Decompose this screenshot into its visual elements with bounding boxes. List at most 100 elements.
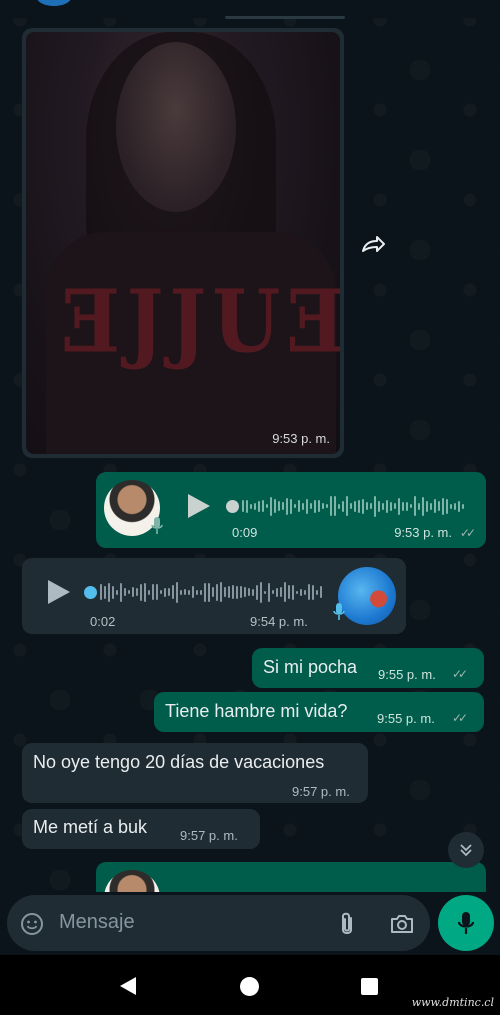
waveform-bar — [252, 588, 254, 596]
waveform-bar — [274, 499, 276, 513]
waveform-bar — [280, 587, 282, 597]
waveform-bar — [394, 503, 396, 509]
camera-icon — [391, 915, 413, 933]
waveform-bar — [108, 582, 110, 602]
play-button[interactable] — [48, 580, 70, 604]
waveform-bar — [406, 501, 408, 511]
read-ticks-icon: ✓✓ — [459, 526, 476, 540]
waveform-bar — [244, 587, 246, 597]
waveform-bar — [246, 499, 248, 513]
voice-note-incoming[interactable]: 0:02 9:54 p. m. — [22, 558, 406, 634]
waveform-bar — [390, 501, 392, 511]
waveform-bar — [254, 502, 256, 510]
waveform-bar — [228, 586, 230, 598]
waveform-bar — [262, 500, 264, 512]
waveform-bar — [334, 496, 336, 516]
waveform-bar — [120, 582, 122, 602]
waveform-bar — [104, 585, 106, 599]
waveform-bar — [258, 500, 260, 512]
waveform-bar — [112, 585, 114, 599]
waveform-bar — [278, 501, 280, 511]
waveform-bar — [338, 503, 340, 509]
message-time: 9:55 p. m. — [378, 667, 436, 682]
photo[interactable]: ƎJJUƎ 9:53 p. m. — [26, 32, 340, 454]
message-bubble-outgoing-partial[interactable] — [96, 862, 486, 892]
message-text: No oye tengo 20 días de vacaciones — [33, 752, 325, 772]
scroll-to-bottom-button[interactable] — [448, 832, 484, 868]
photo-face — [116, 42, 236, 212]
waveform-bar — [290, 498, 292, 514]
paperclip-icon — [342, 912, 352, 934]
waveform[interactable] — [242, 494, 464, 518]
playback-scrubber[interactable] — [226, 500, 239, 513]
message-time: 9:53 p. m. — [394, 525, 452, 540]
read-ticks-icon: ✓✓ — [452, 667, 468, 681]
waveform-bar — [286, 497, 288, 515]
chat-background: ƎJJUƎ 9:53 p. m. 0:09 9:53 p. m. ✓✓ 0:02… — [0, 0, 500, 955]
message-input[interactable]: Mensaje — [59, 911, 135, 934]
waveform-bar — [192, 586, 194, 598]
waveform-bar — [446, 498, 448, 514]
waveform-bar — [240, 586, 242, 598]
waveform-bar — [204, 582, 206, 602]
waveform-bar — [184, 589, 186, 595]
message-text: Me metí a buk — [33, 817, 148, 837]
forward-icon — [362, 236, 385, 252]
message-bubble-incoming[interactable]: No oye tengo 20 días de vacaciones 9:57 … — [22, 743, 368, 803]
waveform[interactable] — [100, 580, 322, 604]
waveform-bar — [350, 503, 352, 509]
microphone-icon — [457, 912, 475, 934]
sender-avatar — [104, 870, 160, 892]
waveform-bar — [454, 502, 456, 510]
message-time: 9:57 p. m. — [180, 828, 238, 843]
waveform-bar — [382, 502, 384, 510]
microphone-icon — [151, 517, 163, 534]
waveform-bar — [362, 498, 364, 514]
forward-button[interactable] — [355, 225, 393, 263]
voice-note-outgoing[interactable]: 0:09 9:53 p. m. ✓✓ — [96, 472, 486, 548]
message-bubble-outgoing[interactable]: Tiene hambre mi vida? 9:55 p. m. ✓✓ — [154, 692, 484, 732]
attach-button[interactable] — [335, 910, 359, 938]
voice-record-button[interactable] — [438, 895, 494, 951]
waveform-bar — [232, 585, 234, 599]
waveform-bar — [386, 499, 388, 513]
waveform-bar — [260, 581, 262, 603]
message-bubble-outgoing[interactable]: Si mi pocha 9:55 p. m. ✓✓ — [252, 648, 484, 688]
waveform-bar — [402, 501, 404, 511]
read-ticks-icon: ✓✓ — [452, 711, 468, 725]
back-button[interactable] — [120, 977, 136, 995]
message-time: 9:55 p. m. — [377, 711, 435, 726]
waveform-bar — [144, 582, 146, 602]
play-button[interactable] — [188, 494, 210, 518]
message-input-bar[interactable]: Mensaje — [7, 895, 430, 951]
divider — [225, 16, 345, 19]
waveform-bar — [282, 502, 284, 510]
message-bubble-incoming[interactable]: Me metí a buk 9:57 p. m. — [22, 809, 260, 849]
waveform-bar — [160, 590, 162, 594]
voice-duration: 0:09 — [232, 525, 258, 540]
waveform-bar — [450, 503, 452, 509]
image-message[interactable]: ƎJJUƎ 9:53 p. m. — [22, 28, 344, 458]
playback-scrubber[interactable] — [84, 586, 97, 599]
message-time: 9:54 p. m. — [250, 614, 308, 629]
microphone-icon — [333, 603, 345, 620]
emoji-button[interactable] — [19, 911, 45, 937]
waveform-bar — [366, 502, 368, 510]
waveform-bar — [434, 499, 436, 513]
waveform-bar — [188, 589, 190, 595]
waveform-bar — [312, 584, 314, 600]
waveform-bar — [370, 503, 372, 509]
message-text: Si mi pocha — [263, 657, 358, 677]
waveform-bar — [266, 504, 268, 508]
double-chevron-down-icon — [460, 844, 472, 857]
waveform-bar — [374, 495, 376, 517]
recents-button[interactable] — [361, 978, 378, 995]
camera-button[interactable] — [387, 910, 417, 938]
waveform-bar — [264, 590, 266, 594]
message-text: Tiene hambre mi vida? — [165, 701, 348, 721]
waveform-bar — [306, 498, 308, 514]
waveform-bar — [358, 499, 360, 513]
waveform-bar — [176, 581, 178, 603]
waveform-bar — [140, 583, 142, 601]
home-button[interactable] — [240, 977, 259, 996]
